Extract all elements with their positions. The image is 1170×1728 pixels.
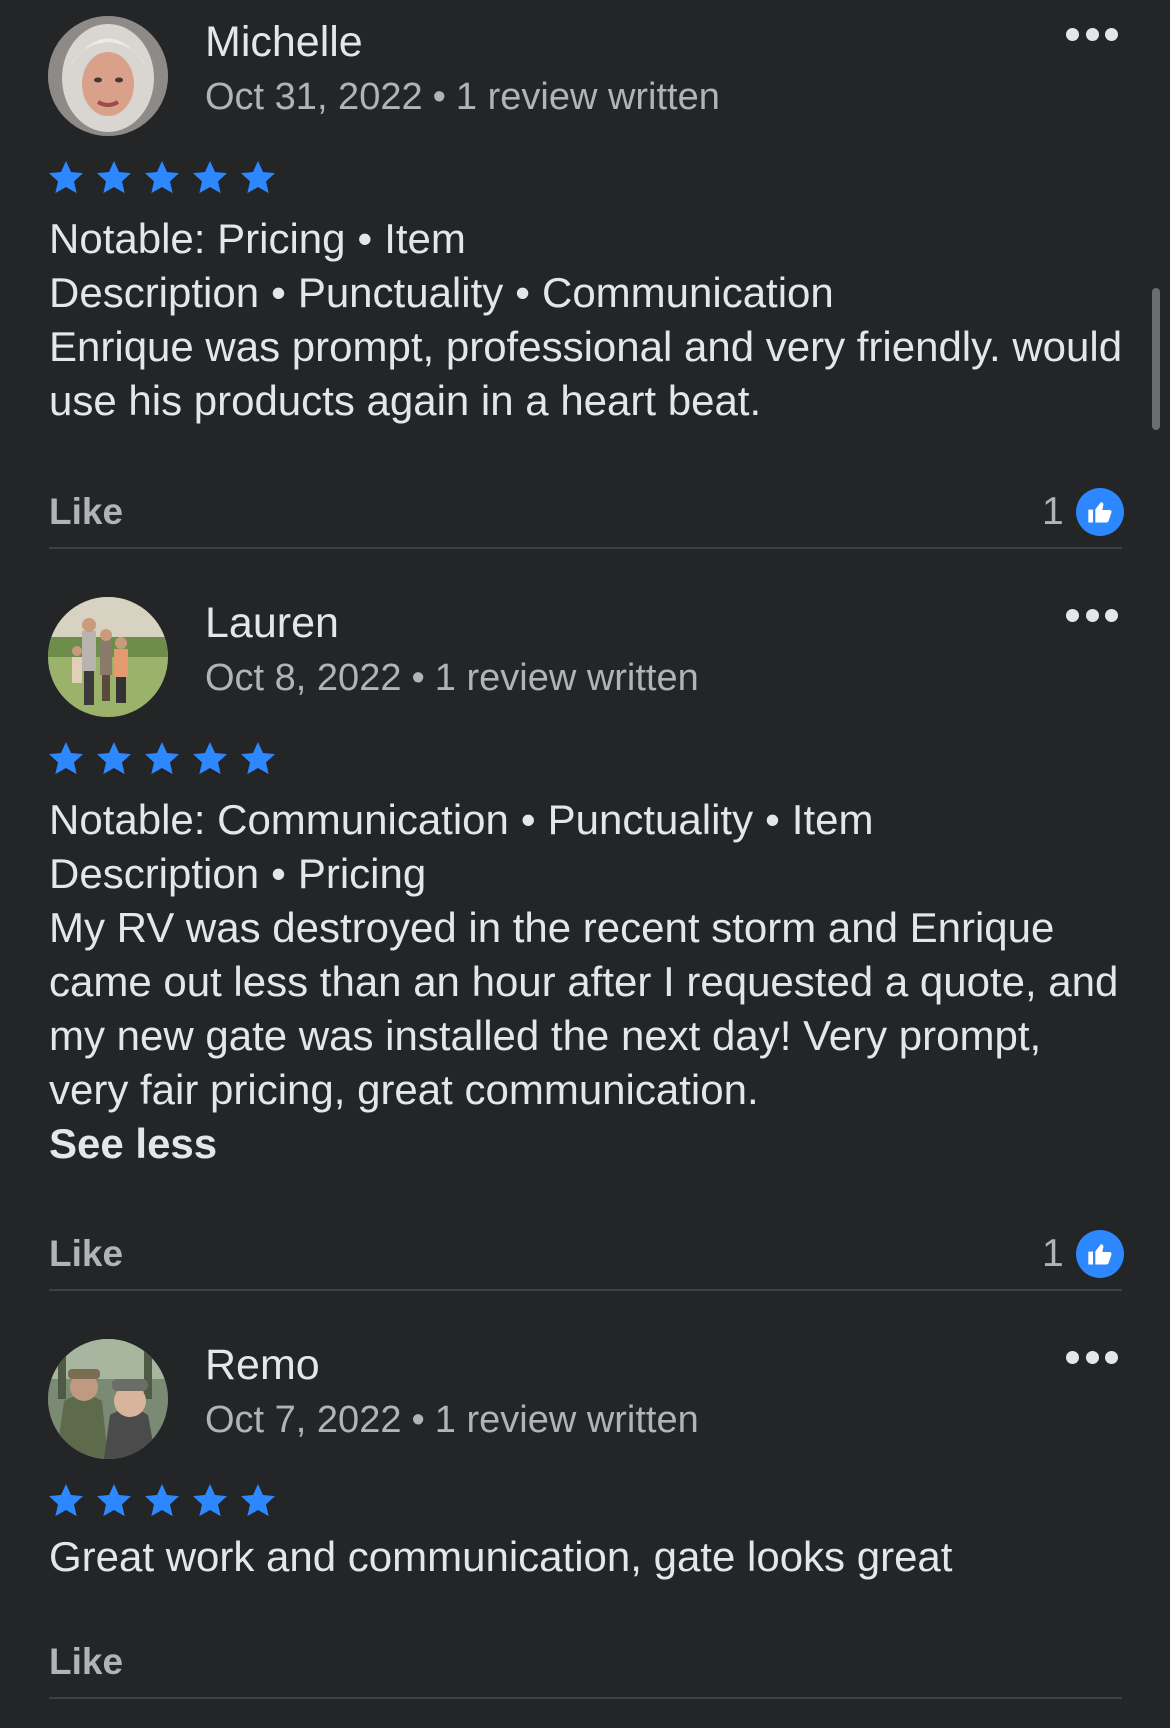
star-icon xyxy=(94,739,134,779)
like-count-number: 1 xyxy=(1042,1232,1064,1275)
tag-separator: • xyxy=(271,850,286,897)
review-date: Oct 31, 2022 xyxy=(205,76,423,118)
star-rating xyxy=(46,739,278,779)
more-options-icon[interactable] xyxy=(1066,26,1118,42)
notable-tags: Notable: Pricing • Item Description • Punctu… xyxy=(49,212,1129,320)
notable-label: Notable: xyxy=(49,215,206,262)
star-icon xyxy=(142,739,182,779)
like-count[interactable]: 1 xyxy=(1042,1230,1124,1278)
notable-tag: Pricing xyxy=(217,215,346,262)
star-icon xyxy=(238,1481,278,1521)
thumbs-up-icon xyxy=(1075,488,1124,536)
reviews-written-link[interactable]: 1 review written xyxy=(435,657,699,699)
like-button[interactable]: Like xyxy=(49,490,123,534)
review-body: Notable: Pricing • Item Description • Punctu… xyxy=(49,212,1129,428)
reviewer-name[interactable]: Lauren xyxy=(205,598,339,648)
review-date: Oct 7, 2022 xyxy=(205,1399,402,1441)
tag-separator: • xyxy=(520,796,536,843)
avatar-photo xyxy=(48,16,168,136)
star-rating xyxy=(46,158,278,198)
review-body: Notable: Communication • Punctuality • Item … xyxy=(49,793,1129,1171)
star-icon xyxy=(46,1481,86,1521)
more-options-icon[interactable] xyxy=(1066,1349,1118,1365)
star-icon xyxy=(46,739,86,779)
review-text: Great work and communication, gate looks… xyxy=(49,1533,953,1580)
tag-separator: • xyxy=(765,796,780,843)
notable-tag: Pricing xyxy=(297,850,427,897)
star-icon xyxy=(190,158,230,198)
avatar-photo xyxy=(48,1339,168,1459)
star-icon xyxy=(238,739,278,779)
notable-tag: Punctuality xyxy=(547,796,754,843)
review-text: Enrique was prompt, professional and ver… xyxy=(49,323,1123,424)
like-button[interactable]: Like xyxy=(49,1640,123,1684)
divider xyxy=(49,1697,1122,1699)
avatar-photo xyxy=(48,597,168,717)
meta-separator: • xyxy=(411,657,425,699)
like-count[interactable]: 1 xyxy=(1042,488,1124,536)
tag-separator: • xyxy=(515,269,530,316)
review-meta: Oct 8, 2022 • 1 review written xyxy=(205,655,699,701)
avatar[interactable] xyxy=(48,16,168,136)
notable-tag: Communication xyxy=(541,269,834,316)
like-count-number: 1 xyxy=(1042,490,1064,533)
reviewer-name[interactable]: Remo xyxy=(205,1340,320,1390)
review-meta: Oct 7, 2022 • 1 review written xyxy=(205,1397,699,1443)
avatar[interactable] xyxy=(48,1339,168,1459)
notable-tag: Communication xyxy=(217,796,509,843)
thumbs-up-icon xyxy=(1075,1230,1124,1278)
reviewer-name[interactable]: Michelle xyxy=(205,17,363,67)
review-body: Great work and communication, gate looks… xyxy=(49,1530,1129,1584)
notable-label: Notable: xyxy=(49,796,206,843)
reviews-written-link[interactable]: 1 review written xyxy=(435,1399,699,1441)
star-icon xyxy=(94,158,134,198)
divider xyxy=(49,547,1122,549)
review-meta: Oct 31, 2022 • 1 review written xyxy=(205,74,720,120)
star-icon xyxy=(190,1481,230,1521)
star-rating xyxy=(46,1481,278,1521)
star-icon xyxy=(142,158,182,198)
star-icon xyxy=(46,158,86,198)
see-less-link[interactable]: See less xyxy=(49,1117,1129,1171)
star-icon xyxy=(238,158,278,198)
star-icon xyxy=(142,1481,182,1521)
notable-tag: Punctuality xyxy=(297,269,504,316)
review-text: My RV was destroyed in the recent storm … xyxy=(49,904,1119,1113)
avatar[interactable] xyxy=(48,597,168,717)
tag-separator: • xyxy=(357,215,373,262)
divider xyxy=(49,1289,1122,1291)
review-date: Oct 8, 2022 xyxy=(205,657,402,699)
reviews-written-link[interactable]: 1 review written xyxy=(456,76,720,118)
notable-tags: Notable: Communication • Punctuality • Item … xyxy=(49,793,1129,901)
tag-separator: • xyxy=(271,269,286,316)
like-button[interactable]: Like xyxy=(49,1232,123,1276)
meta-separator: • xyxy=(432,76,446,118)
scrollbar[interactable] xyxy=(1152,288,1160,430)
star-icon xyxy=(94,1481,134,1521)
meta-separator: • xyxy=(411,1399,425,1441)
star-icon xyxy=(190,739,230,779)
more-options-icon[interactable] xyxy=(1066,607,1118,623)
